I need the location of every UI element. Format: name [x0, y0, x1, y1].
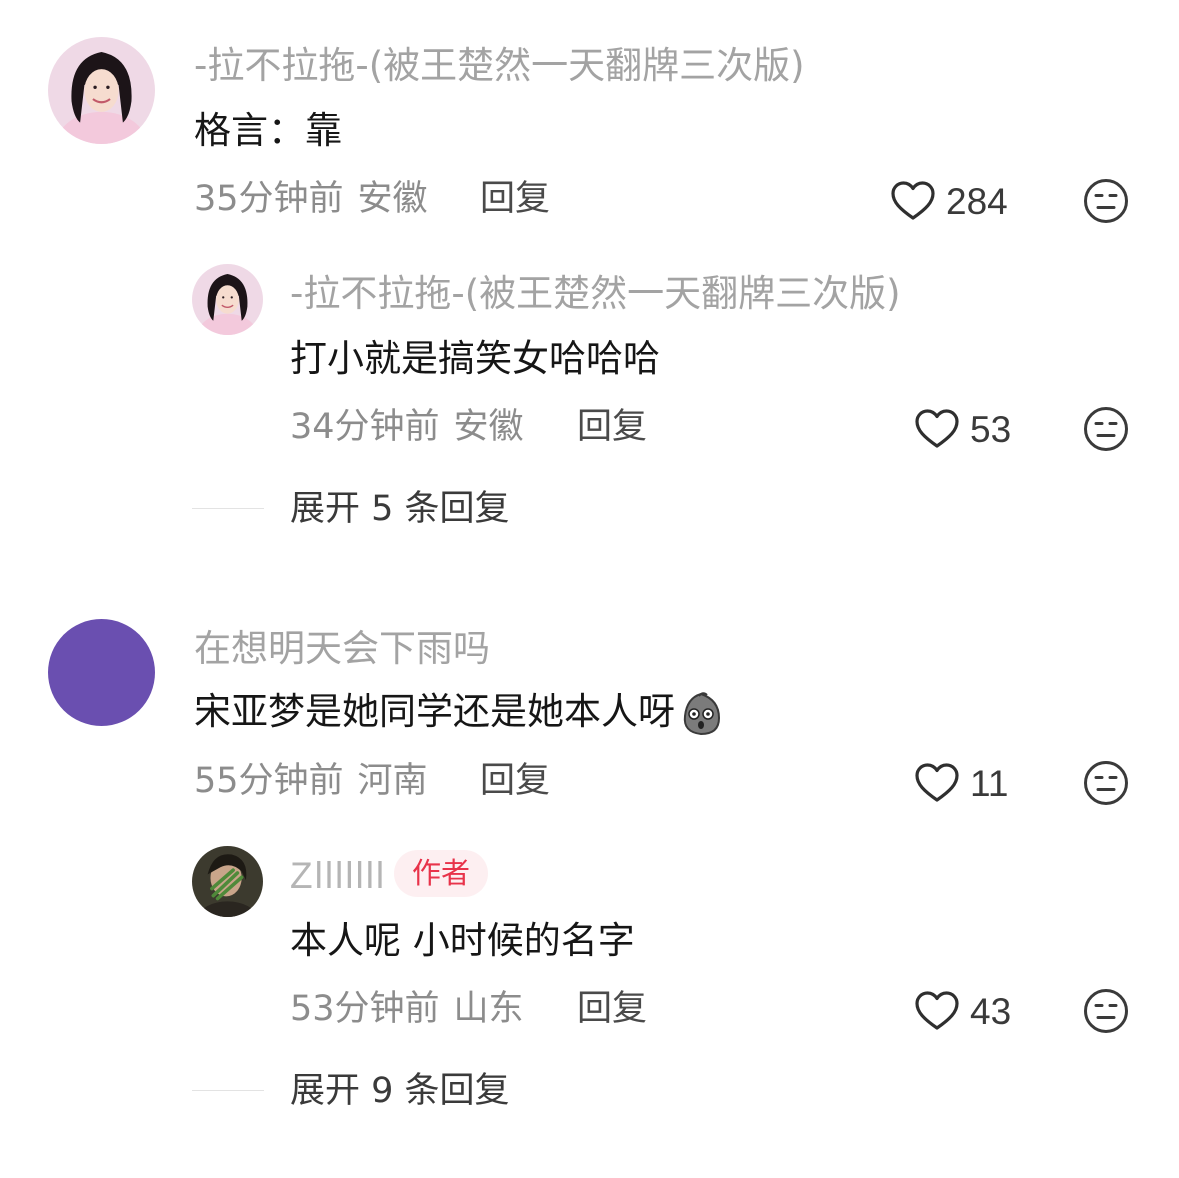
- like-button[interactable]: 11: [914, 762, 1008, 804]
- comment-time: 35分钟前: [194, 179, 344, 219]
- dislike-button[interactable]: [1083, 988, 1129, 1034]
- like-button[interactable]: 53: [914, 408, 1011, 450]
- reply-text: 打小就是搞笑女哈哈哈: [290, 337, 660, 380]
- reply-username[interactable]: -拉不拉拖-(被王楚然一天翻牌三次版): [290, 275, 901, 312]
- reply-button[interactable]: 回复: [480, 182, 550, 217]
- reply-time: 34分钟前: [290, 407, 440, 447]
- comment-text-body: 宋亚梦是她同学还是她本人呀: [194, 690, 675, 733]
- comment-meta: 35分钟前 安徽: [194, 182, 428, 217]
- like-count: 284: [946, 180, 1008, 222]
- heart-outline-icon: [915, 763, 959, 802]
- comment-meta: 55分钟前 河南: [194, 764, 428, 799]
- reply-time: 53分钟前: [290, 989, 440, 1029]
- reply-location: 安徽: [453, 407, 524, 447]
- comment-text: 宋亚梦是她同学还是她本人呀: [194, 688, 725, 738]
- reply-username[interactable]: Zlllllll: [290, 857, 386, 894]
- avatar[interactable]: [192, 846, 263, 917]
- comment-text: 格言：靠: [194, 109, 342, 152]
- meh-face-icon: [1084, 407, 1128, 451]
- meh-face-icon: [1084, 761, 1128, 805]
- heart-outline-icon: [915, 409, 959, 448]
- comment-location: 河南: [357, 761, 428, 801]
- like-count: 43: [970, 990, 1012, 1032]
- shocked-blob-emoji: [683, 691, 721, 735]
- author-badge: 作者: [394, 850, 489, 897]
- reply-meta: 34分钟前 安徽: [290, 410, 524, 445]
- reply-meta: 53分钟前 山东: [290, 992, 524, 1027]
- like-count: 11: [970, 762, 1009, 804]
- heart-outline-icon: [891, 181, 935, 220]
- divider: [192, 508, 264, 509]
- like-count: 53: [970, 408, 1012, 450]
- dislike-button[interactable]: [1083, 178, 1129, 224]
- comment-username[interactable]: 在想明天会下雨吗: [194, 630, 490, 667]
- meh-face-icon: [1084, 989, 1128, 1033]
- expand-replies-button[interactable]: 展开 9 条回复: [290, 1074, 510, 1109]
- divider: [192, 1090, 264, 1091]
- like-button[interactable]: 284: [890, 180, 1008, 222]
- comment-time: 55分钟前: [194, 761, 344, 801]
- like-button[interactable]: 43: [914, 990, 1011, 1032]
- comment-location: 安徽: [357, 179, 428, 219]
- avatar[interactable]: [48, 37, 155, 144]
- heart-outline-icon: [915, 991, 959, 1030]
- reply-button[interactable]: 回复: [577, 992, 647, 1027]
- reply-text: 本人呢 小时候的名字: [290, 919, 635, 962]
- dislike-button[interactable]: [1083, 760, 1129, 806]
- dislike-button[interactable]: [1083, 406, 1129, 452]
- avatar[interactable]: [48, 619, 155, 726]
- reply-button[interactable]: 回复: [577, 410, 647, 445]
- comment-username[interactable]: -拉不拉拖-(被王楚然一天翻牌三次版): [194, 47, 805, 84]
- reply-location: 山东: [453, 989, 524, 1029]
- expand-replies-button[interactable]: 展开 5 条回复: [290, 492, 510, 527]
- avatar[interactable]: [192, 264, 263, 335]
- reply-button[interactable]: 回复: [480, 764, 550, 799]
- meh-face-icon: [1084, 179, 1128, 223]
